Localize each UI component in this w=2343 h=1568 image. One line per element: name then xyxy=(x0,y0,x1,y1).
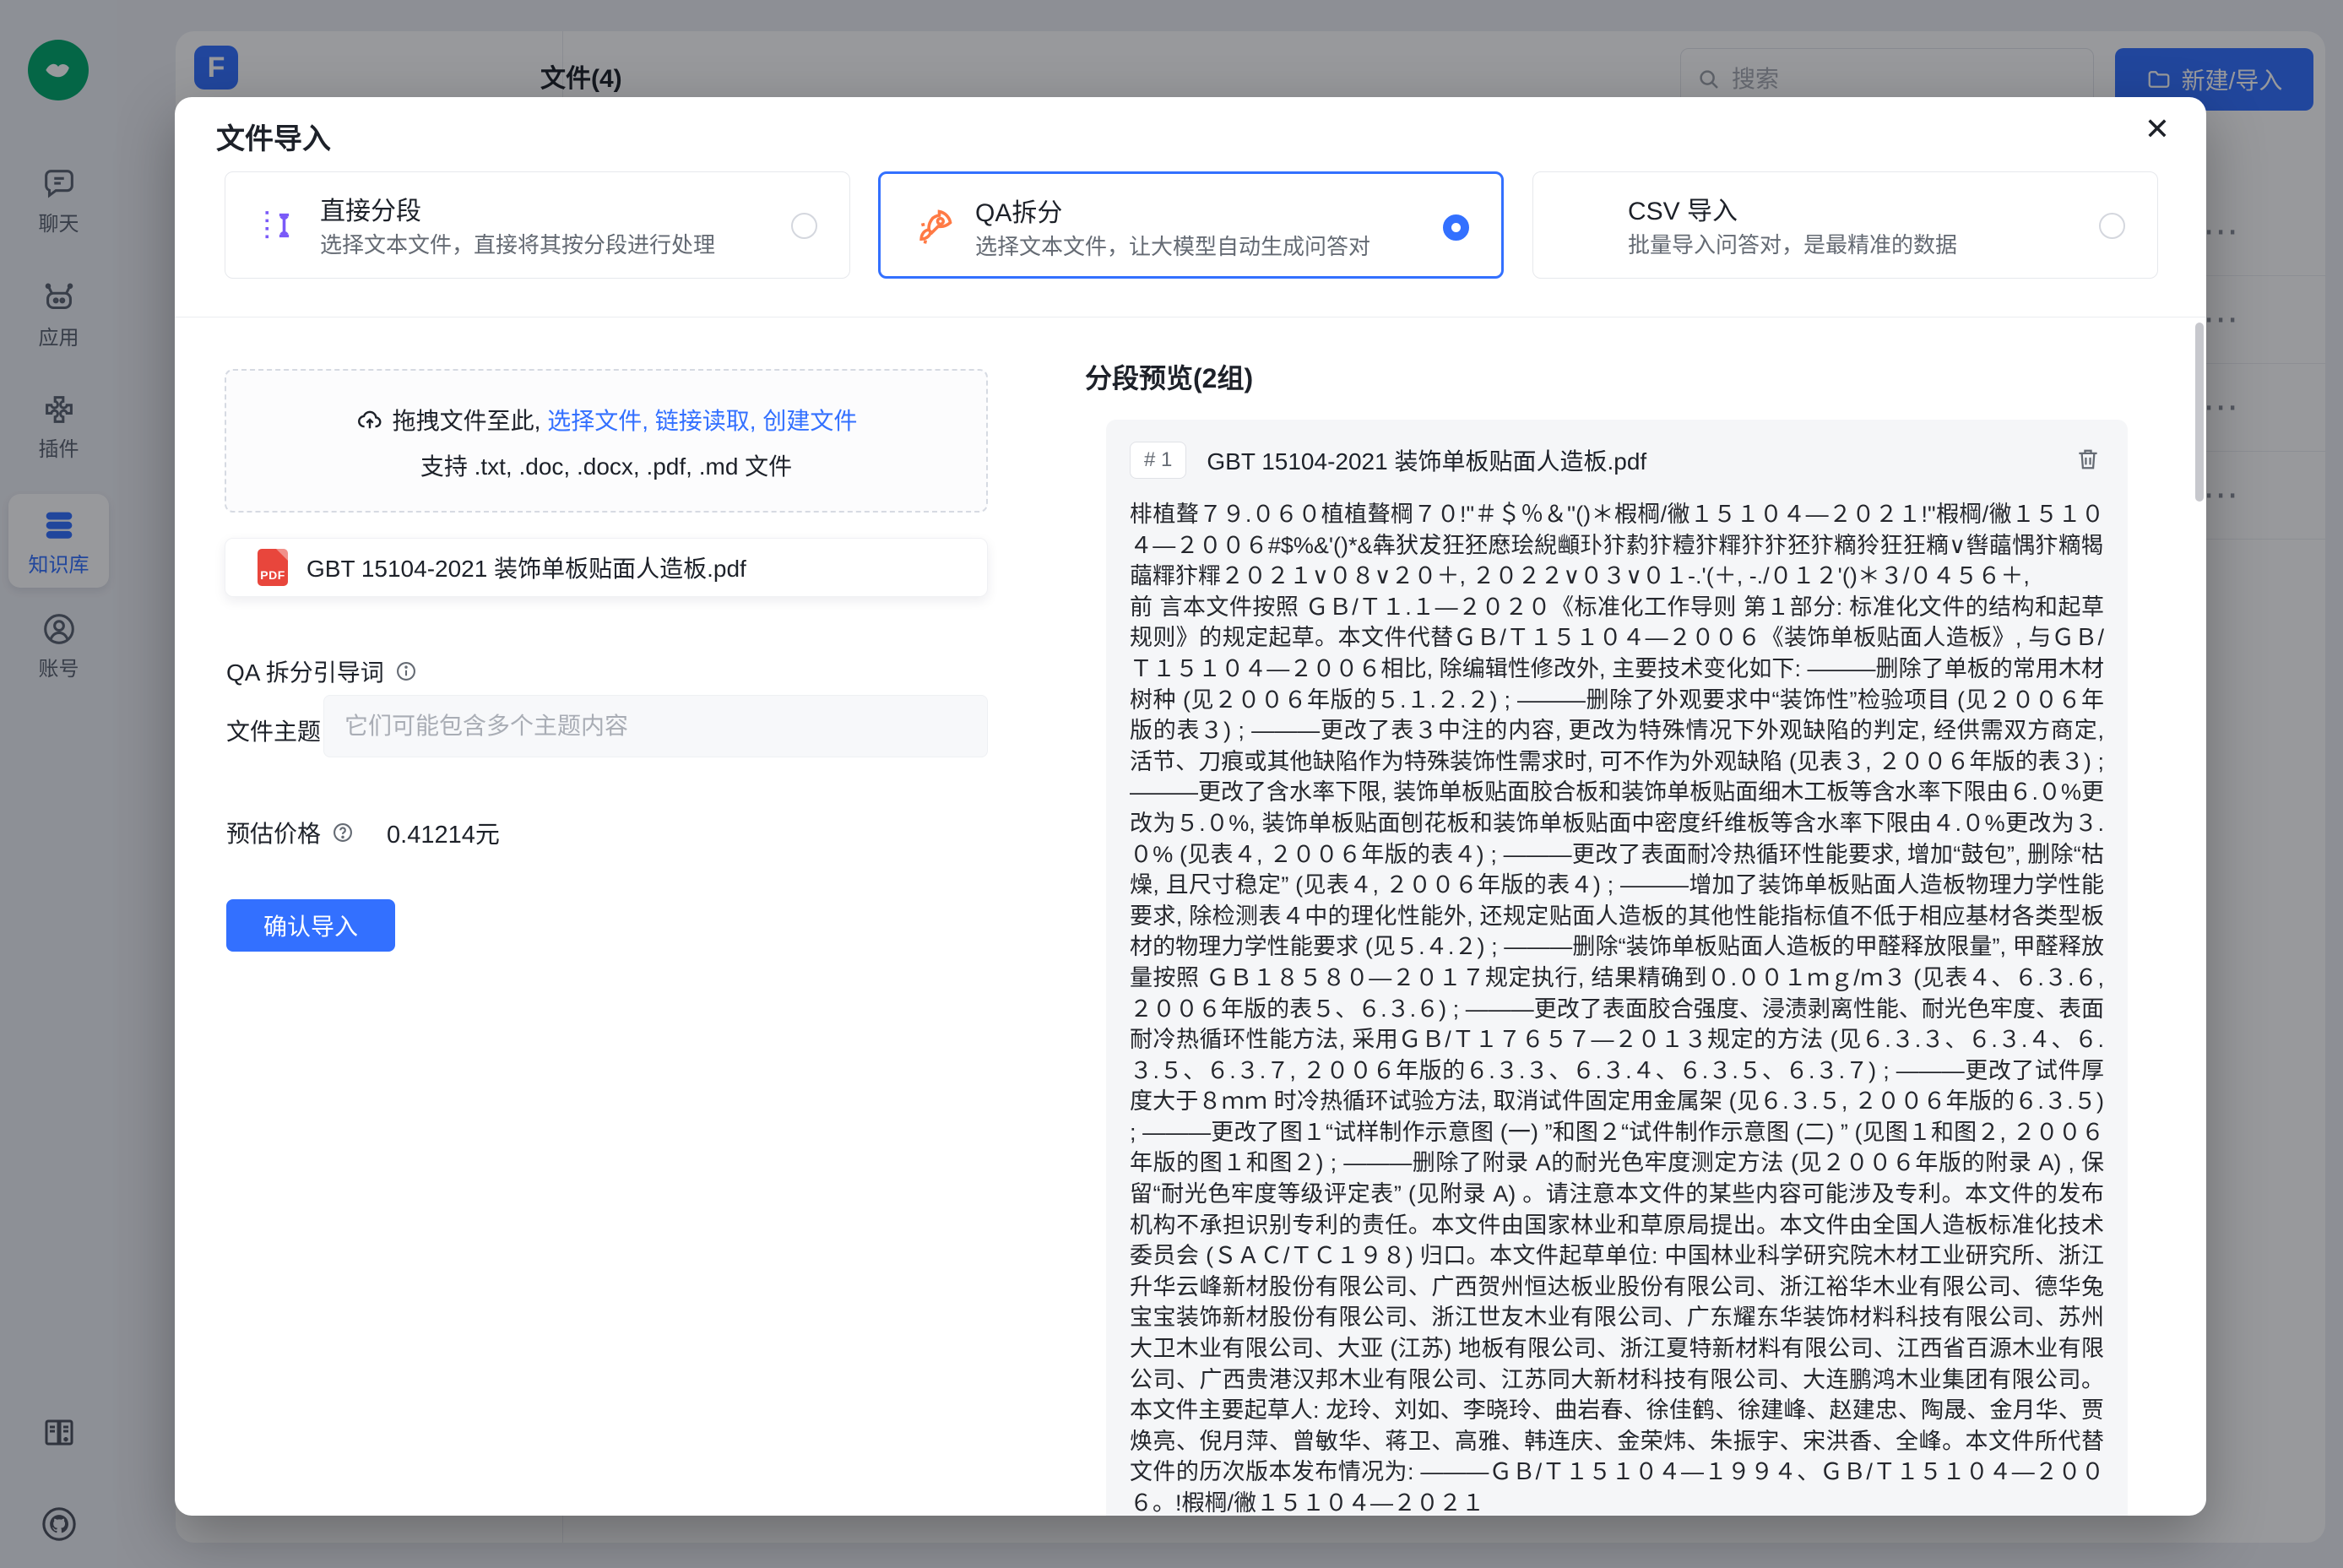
topic-label: 文件主题 xyxy=(226,713,321,747)
topic-input[interactable] xyxy=(323,695,988,757)
csv-file-icon: CSV xyxy=(1565,203,1611,248)
upload-cloud-icon xyxy=(355,406,384,435)
choose-file-link[interactable]: 选择文件 xyxy=(547,408,642,434)
link-separator: , xyxy=(642,408,655,434)
chunk-paragraph: 棑植聱７９.０６０植植聱棡７０!"＃＄％＆''()＊椵棡/徶１５１０４—２０２１… xyxy=(1130,499,2104,592)
mode-desc: 选择文本文件，直接将其按分段进行处理 xyxy=(320,228,715,259)
chunk-index-badge: # 1 xyxy=(1130,442,1186,479)
price-label: 预估价格 xyxy=(226,816,321,849)
mode-title: QA拆分 xyxy=(975,192,1062,229)
radio-unselected-icon[interactable] xyxy=(791,213,817,239)
trash-icon[interactable] xyxy=(2074,445,2102,474)
dropzone-text: 拖拽文件至此, 选择文件, 链接读取, 创建文件 xyxy=(226,403,986,437)
mode-qa-split[interactable]: QA拆分 选择文本文件，让大模型自动生成问答对 xyxy=(878,171,1504,279)
radio-unselected-icon[interactable] xyxy=(2099,213,2125,239)
rocket-icon xyxy=(913,204,958,250)
supported-formats: 支持 .txt, .doc, .docx, .pdf, .md 文件 xyxy=(226,448,986,482)
modal-title: 文件导入 xyxy=(216,116,331,157)
link-separator: , xyxy=(750,408,763,434)
link-read-link[interactable]: 链接读取 xyxy=(655,408,750,434)
file-import-modal: 文件导入 ✕ 直接分段 选择文本文件，直接将其按分段进行处理 xyxy=(175,97,2206,1516)
mode-title: 直接分段 xyxy=(320,190,421,227)
confirm-import-button[interactable]: 确认导入 xyxy=(226,899,395,952)
file-dropzone[interactable]: 拖拽文件至此, 选择文件, 链接读取, 创建文件 支持 .txt, .doc, … xyxy=(225,369,988,513)
info-icon[interactable] xyxy=(394,659,418,683)
create-file-link[interactable]: 创建文件 xyxy=(762,408,857,434)
price-value: 0.41214元 xyxy=(387,815,500,850)
mode-desc: 选择文本文件，让大模型自动生成问答对 xyxy=(975,230,1370,261)
preview-title: 分段预览(2组) xyxy=(1085,357,1253,396)
mode-title: CSV 导入 xyxy=(1628,190,1738,227)
segment-icon xyxy=(258,203,303,248)
chunk-file-name: GBT 15104-2021 装饰单板贴面人造板.pdf xyxy=(1207,443,1646,477)
mode-direct-segment[interactable]: 直接分段 选择文本文件，直接将其按分段进行处理 xyxy=(225,171,850,279)
mode-desc: 批量导入问答对，是最精准的数据 xyxy=(1628,228,1957,259)
chunk-paragraph: 前 言本文件按照 ＧＢ/Ｔ１.１—２０２０《标准化工作导则 第１部分: 标准化文… xyxy=(1130,592,2104,1516)
drop-prefix: 拖拽文件至此, xyxy=(393,408,548,434)
uploaded-file-name: GBT 15104-2021 装饰单板贴面人造板.pdf xyxy=(306,551,746,584)
screen: F 文件(4) 新建/导入 ⋯ ⋯ ⋯ xyxy=(0,0,2343,1568)
qa-prompt-label: QA 拆分引导词 xyxy=(226,654,384,688)
uploaded-file-item[interactable]: PDF GBT 15104-2021 装饰单板贴面人造板.pdf xyxy=(225,538,988,597)
question-icon[interactable] xyxy=(331,821,355,844)
chunk-text: 棑植聱７９.０６０植植聱棡７０!"＃＄％＆''()＊椵棡/徶１５１０４—２０２１… xyxy=(1130,499,2104,1516)
pdf-badge-label: PDF xyxy=(258,568,288,582)
preview-chunk-card: # 1 GBT 15104-2021 装饰单板贴面人造板.pdf 棑植聱７９.０… xyxy=(1106,420,2128,1516)
scrollbar-thumb[interactable] xyxy=(2195,323,2204,502)
radio-selected-icon[interactable] xyxy=(1443,214,1469,241)
mode-csv-import[interactable]: CSV CSV 导入 批量导入问答对，是最精准的数据 xyxy=(1532,171,2158,279)
close-icon[interactable]: ✕ xyxy=(2135,107,2179,151)
pdf-file-icon: PDF xyxy=(258,549,288,586)
